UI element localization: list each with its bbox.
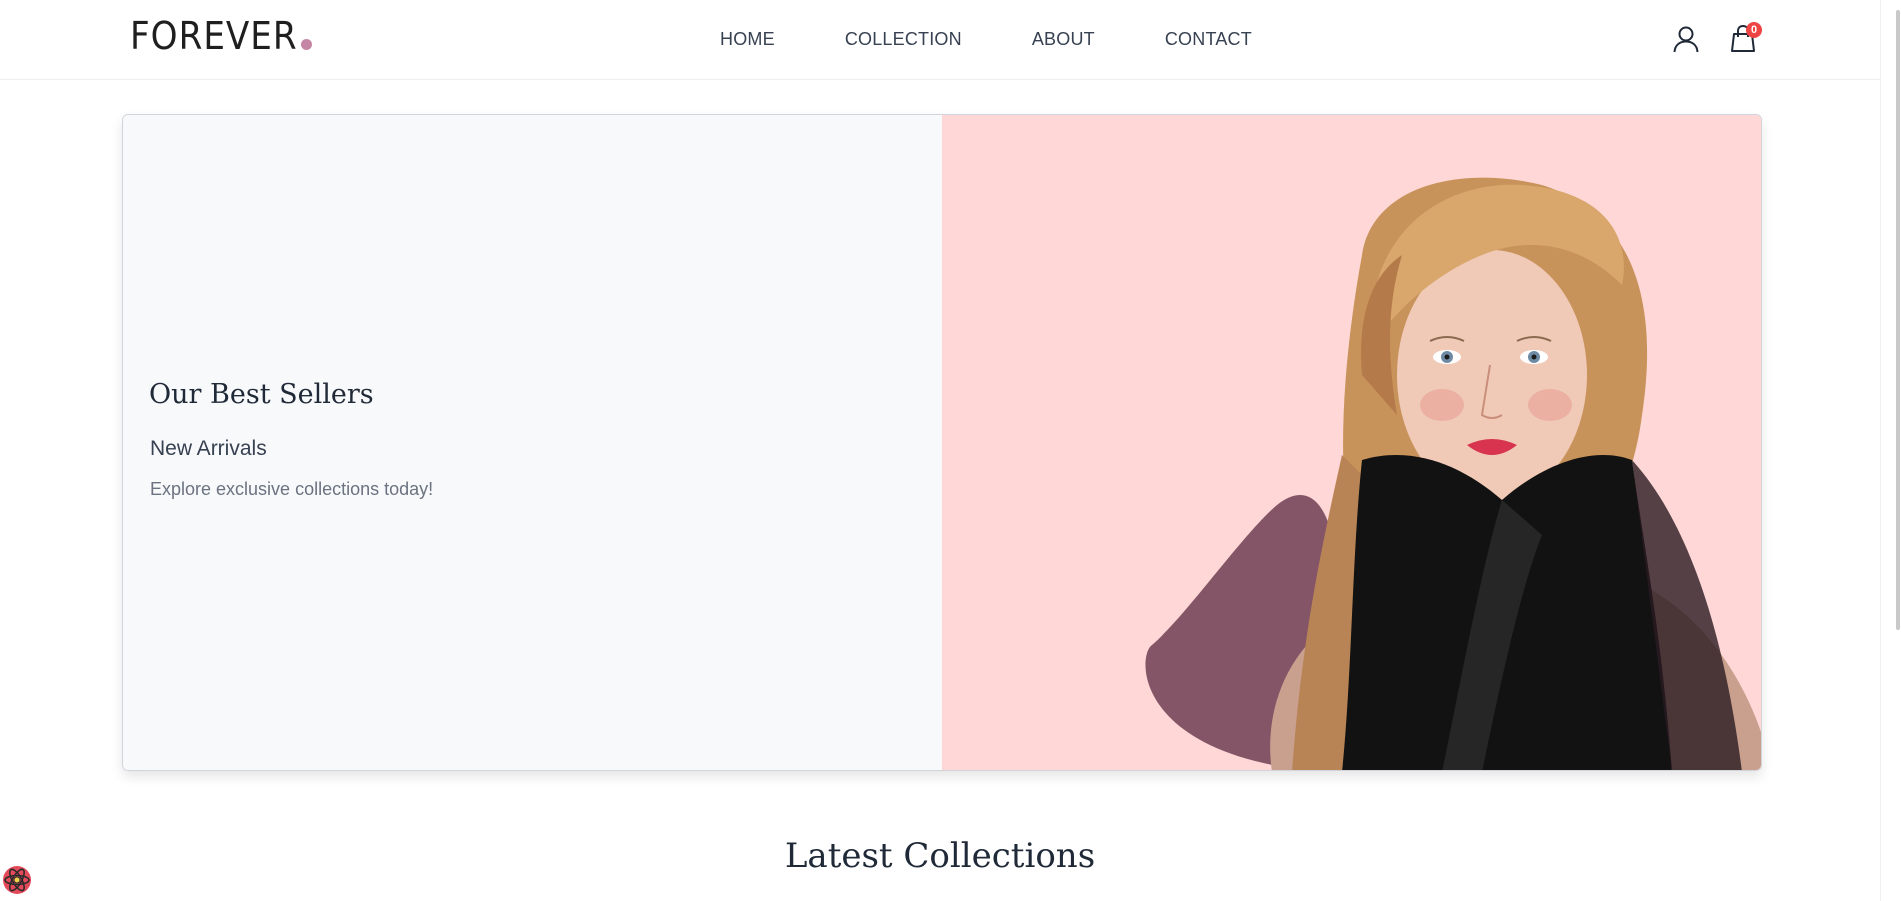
hero-description: Explore exclusive collections today! [150,479,434,499]
hero-title: Our Best Sellers [149,379,374,410]
nav-home-link[interactable]: HOME [720,28,775,50]
cart-count-badge: 0 [1746,22,1762,38]
nav-contact-link[interactable]: CONTACT [1165,28,1252,50]
logo-text: FOREVER [130,14,298,58]
brand-logo[interactable]: FOREVER [130,14,312,58]
hero-banner: Our Best Sellers New Arrivals Explore ex… [122,114,1762,771]
hero-subtitle: New Arrivals [150,437,267,460]
hero-text-panel: Our Best Sellers New Arrivals Explore ex… [123,115,942,770]
user-icon[interactable] [1672,24,1700,54]
model-photo [1145,177,1761,770]
nav-about-link[interactable]: ABOUT [1032,28,1095,50]
react-devtools-icon[interactable] [0,854,40,894]
top-navbar: FOREVER HOME COLLECTION ABOUT CONTACT 0 [0,0,1880,80]
scrollbar-thumb[interactable] [1896,10,1900,630]
main-nav: HOME COLLECTION ABOUT CONTACT [720,28,1252,50]
nav-collection-link[interactable]: COLLECTION [845,28,962,50]
logo-dot [300,39,312,50]
page-scrollbar[interactable] [1880,0,1901,901]
latest-collections-heading: Latest Collections [784,836,1096,876]
hero-image [942,115,1761,770]
